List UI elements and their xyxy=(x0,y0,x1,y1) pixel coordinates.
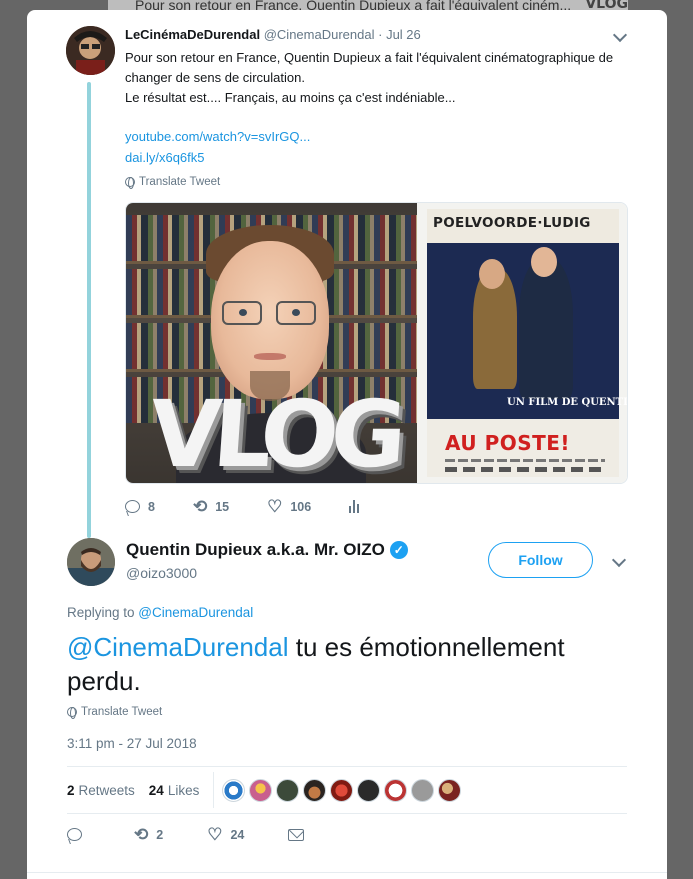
engagement-stats: 2 Retweets 24 Likes xyxy=(67,766,627,814)
reply-icon xyxy=(67,828,82,841)
retweet-count: 15 xyxy=(215,499,230,514)
likes-label: Likes xyxy=(167,782,200,798)
liker-avatar[interactable] xyxy=(222,778,246,802)
retweet-button[interactable]: ⟲ 15 xyxy=(193,498,229,515)
retweets-stat[interactable]: 2 Retweets xyxy=(67,783,135,798)
tweet2-mention[interactable]: @CinemaDurendal xyxy=(67,632,289,662)
heart-icon: ♡ xyxy=(207,825,223,844)
follow-button[interactable]: Follow xyxy=(488,542,593,578)
chevron-down-icon[interactable] xyxy=(612,27,628,43)
heart-icon: ♡ xyxy=(267,497,283,516)
reply-icon xyxy=(125,500,140,513)
retweet-button[interactable]: ⟲ 2 xyxy=(134,826,163,843)
avatar-oizo3000[interactable] xyxy=(67,538,115,586)
translate-tweet-link[interactable]: Translate Tweet xyxy=(125,176,221,189)
replying-to-line: Replying to @CinemaDurendal xyxy=(67,605,253,620)
tweet1-text-line1: Pour son retour en France, Quentin Dupie… xyxy=(125,50,614,85)
eye xyxy=(292,309,300,316)
liker-avatar[interactable] xyxy=(411,778,435,802)
chevron-down-icon[interactable] xyxy=(611,552,627,568)
replying-prefix: Replying to xyxy=(67,605,139,620)
analytics-icon xyxy=(349,500,360,513)
dailymotion-link[interactable]: dai.ly/x6q6fk5 xyxy=(125,150,205,165)
liker-avatar[interactable] xyxy=(357,778,381,802)
replying-to-handle[interactable]: @CinemaDurendal xyxy=(138,605,253,620)
reply-count: 8 xyxy=(148,499,155,514)
liker-avatar[interactable] xyxy=(276,778,300,802)
translate-label: Translate Tweet xyxy=(81,706,163,718)
tweet2-actions: ⟲ 2 ♡ 24 xyxy=(67,826,348,843)
liker-avatars xyxy=(222,778,462,802)
likes-count: 24 xyxy=(148,782,164,798)
poster-logos xyxy=(445,467,605,472)
poster-head-right xyxy=(531,247,557,277)
poster-figure-right xyxy=(519,259,573,399)
liker-avatar[interactable] xyxy=(384,778,408,802)
tweet-modal: LeCinémaDeDurendal @CinemaDurendal · Jul… xyxy=(27,10,667,879)
tweet1-header: LeCinémaDeDurendal @CinemaDurendal · Jul… xyxy=(125,27,421,42)
like-count: 106 xyxy=(290,499,312,514)
poster-credits xyxy=(445,459,605,462)
avatar-lecinemadedurendal[interactable] xyxy=(66,26,115,75)
analytics-button[interactable] xyxy=(349,498,360,515)
tweet2-text: @CinemaDurendal tu es émotionnellement p… xyxy=(67,630,627,698)
tweet2-timestamp[interactable]: 3:11 pm - 27 Jul 2018 xyxy=(67,736,197,751)
tweet1-text-line2: Le résultat est.... Français, au moins ç… xyxy=(125,90,456,105)
movie-poster-panel: POELVOORDE·LUDIG UN FILM DE QUENTIN DUPI… xyxy=(417,203,627,483)
poster-head-left xyxy=(479,259,505,289)
mouth xyxy=(254,353,286,360)
liker-avatar[interactable] xyxy=(303,778,327,802)
globe-icon xyxy=(67,707,77,719)
au-poste-poster: POELVOORDE·LUDIG UN FILM DE QUENTIN DUPI… xyxy=(427,209,627,477)
direct-message-icon xyxy=(288,828,305,841)
direct-message-button[interactable] xyxy=(288,826,305,843)
tweet1-links: youtube.com/watch?v=svIrGQ... dai.ly/x6q… xyxy=(125,126,310,168)
poster-director-credit: UN FILM DE QUENTIN DUPIEUX xyxy=(507,397,628,408)
tweet1-display-name[interactable]: LeCinémaDeDurendal xyxy=(125,27,260,42)
retweet-icon: ⟲ xyxy=(192,497,208,516)
vlog-thumbnail: VLOG xyxy=(126,203,417,484)
liker-avatar[interactable] xyxy=(249,778,273,802)
poster-actor-names: POELVOORDE·LUDIG xyxy=(433,215,591,231)
eye xyxy=(239,309,247,316)
divider xyxy=(27,872,667,873)
retweets-count: 2 xyxy=(67,782,75,798)
retweets-label: Retweets xyxy=(78,782,135,798)
vlog-title: VLOG xyxy=(146,381,403,484)
like-button[interactable]: ♡ 24 xyxy=(207,826,244,843)
liker-avatar[interactable] xyxy=(330,778,354,802)
thread-connector-line xyxy=(87,82,91,538)
globe-icon xyxy=(125,177,135,189)
reply-button[interactable]: 8 xyxy=(125,498,155,515)
translate-tweet-link[interactable]: Translate Tweet xyxy=(67,706,163,719)
verified-badge-icon: ✓ xyxy=(389,541,408,559)
tweet1-actions: 8 ⟲ 15 ♡ 106 xyxy=(125,498,397,515)
retweet-icon: ⟲ xyxy=(134,825,149,844)
translate-label: Translate Tweet xyxy=(139,176,221,188)
retweet-count: 2 xyxy=(156,827,164,842)
likes-stat[interactable]: 24 Likes xyxy=(149,783,200,798)
stats-divider xyxy=(213,772,215,808)
tweet2-handle[interactable]: @oizo3000 xyxy=(126,565,197,581)
header-separator: · xyxy=(378,27,383,42)
tweet1-date[interactable]: Jul 26 xyxy=(386,27,421,42)
youtube-link[interactable]: youtube.com/watch?v=svIrGQ... xyxy=(125,129,310,144)
tweet1-media-image[interactable]: VLOG POELVOORDE·LUDIG UN FILM DE QUENTIN… xyxy=(125,202,628,484)
tweet1-text: Pour son retour en France, Quentin Dupie… xyxy=(125,48,645,108)
tweet2-display-name: Quentin Dupieux a.k.a. Mr. OIZO xyxy=(126,540,385,559)
poster-title: AU POSTE! xyxy=(445,431,571,455)
tweet1-handle[interactable]: @CinemaDurendal xyxy=(264,27,375,42)
reply-button[interactable] xyxy=(67,826,90,843)
like-count: 24 xyxy=(230,827,245,842)
like-button[interactable]: ♡ 106 xyxy=(267,498,311,515)
tweet2-display-name-row[interactable]: Quentin Dupieux a.k.a. Mr. OIZO ✓ xyxy=(126,540,408,560)
liker-avatar[interactable] xyxy=(438,778,462,802)
